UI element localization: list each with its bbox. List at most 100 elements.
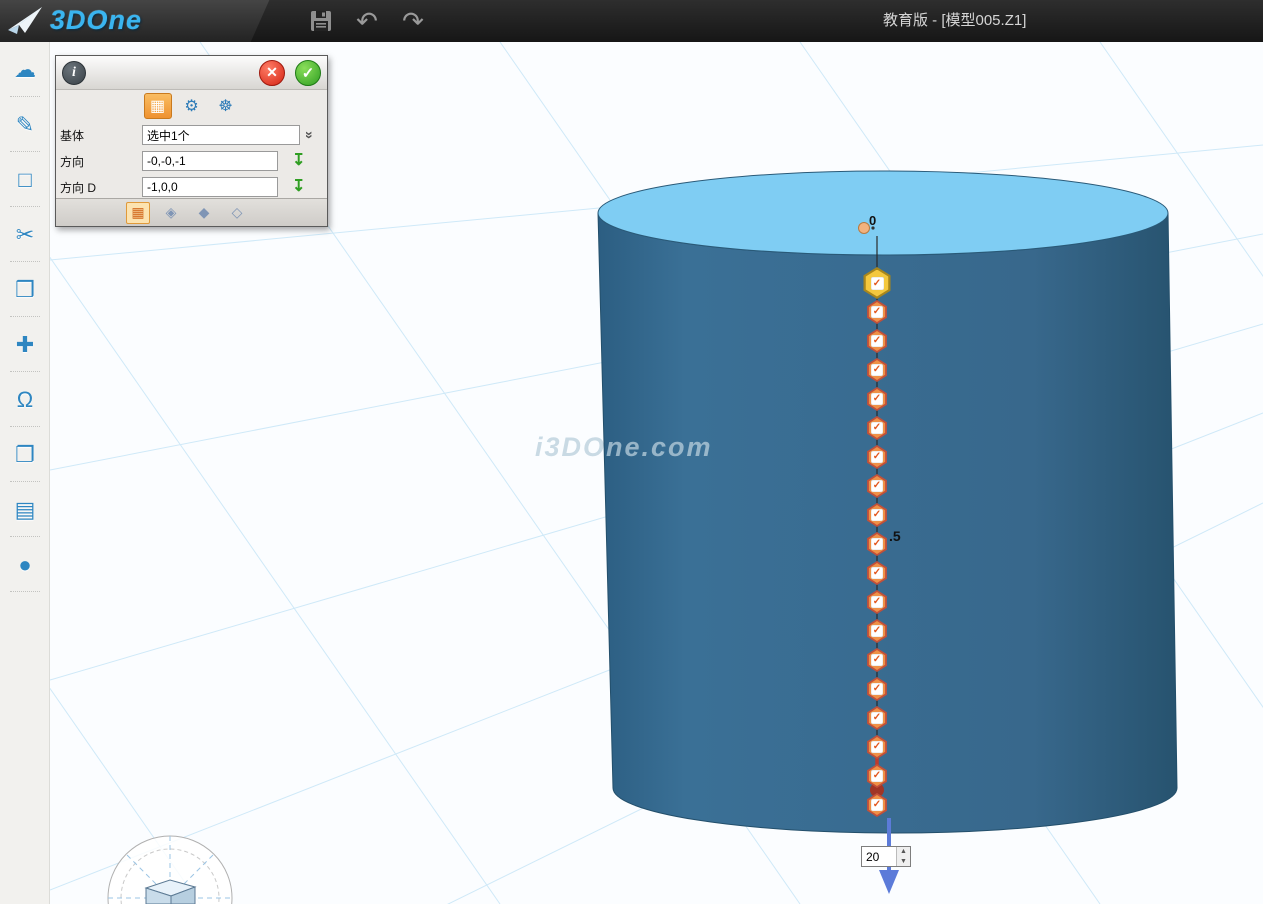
expand-chevron-icon[interactable]: »	[302, 131, 318, 139]
checkbox-check-icon: ✓	[871, 654, 883, 666]
trim-curve-tool[interactable]: ✂	[0, 207, 50, 262]
assembly-magnet-tool[interactable]: Ω	[0, 372, 50, 427]
spacing-input[interactable]	[862, 847, 896, 866]
hexagon-marker-icon: ✓	[868, 447, 886, 467]
linear-pattern-tab[interactable]: ▦	[144, 93, 172, 119]
trim-curve-tool-icon: ✂	[16, 222, 34, 248]
redo-icon: ↷	[402, 8, 424, 34]
sketch-plane-tool-icon: □	[18, 167, 31, 193]
checkbox-check-icon: ✓	[871, 451, 883, 463]
hexagon-marker-icon: ✓	[868, 331, 886, 351]
measure-tool[interactable]: ▤	[0, 482, 50, 537]
checkbox-check-icon: ✓	[871, 770, 883, 782]
app-logo: 3DOne	[6, 4, 142, 36]
pick-direction-icon[interactable]: ↧	[292, 153, 305, 169]
left-toolbar: ☁ ✎ □ ✂ ❒ ✚ Ω ❐ ▤ ●	[0, 42, 50, 904]
base-field-row: 基体 »	[56, 122, 327, 148]
checkbox-check-icon: ✓	[871, 741, 883, 753]
hexagon-marker-icon: ✓	[868, 592, 886, 612]
checkbox-check-icon: ✓	[871, 480, 883, 492]
hexagon-marker-icon: ✓	[868, 360, 886, 380]
checkbox-check-icon: ✓	[871, 799, 883, 811]
checkbox-check-icon: ✓	[871, 712, 883, 724]
pattern-type-tabs: ▦⚙☸	[56, 90, 327, 122]
titlebar-toolbar: ↶ ↷	[306, 0, 428, 42]
pattern-style-option-3[interactable]: ◆	[192, 202, 216, 224]
redo-button[interactable]: ↷	[398, 6, 428, 36]
hexagon-marker-icon: ✓	[868, 418, 886, 438]
pattern-style-option-1[interactable]: ▦	[126, 202, 150, 224]
hexagon-marker-icon: ✓	[868, 621, 886, 641]
hexagon-marker-icon: ✓	[868, 650, 886, 670]
point-pattern-tab[interactable]: ☸	[212, 93, 240, 119]
checkbox-check-icon: ✓	[871, 277, 884, 290]
checkbox-check-icon: ✓	[871, 393, 883, 405]
info-icon[interactable]: i	[62, 61, 86, 85]
pattern-dialog: i ✕ ✓ ▦⚙☸ 基体 » 方向 ↧ 方向 D ↧ ▦◈◆◇	[55, 55, 328, 227]
material-render-tool[interactable]: ●	[0, 537, 50, 592]
checkbox-check-icon: ✓	[871, 509, 883, 521]
cancel-button[interactable]: ✕	[259, 60, 285, 86]
direction-input[interactable]	[142, 151, 278, 171]
direction-d-field-row: 方向 D ↧	[56, 174, 327, 200]
circular-pattern-tab[interactable]: ⚙	[178, 93, 206, 119]
base-selection-input[interactable]	[142, 125, 300, 145]
move-transform-tool[interactable]: ✚	[0, 317, 50, 372]
spinner-down-icon[interactable]: ▼	[897, 857, 910, 867]
brush-edit-tool-icon: ✎	[16, 112, 34, 138]
check-icon: ✓	[302, 64, 315, 82]
direction-field-row: 方向 ↧	[56, 148, 327, 174]
undo-icon: ↶	[356, 8, 378, 34]
hexagon-marker-icon: ✓	[868, 563, 886, 583]
cylinder-solid[interactable]	[598, 171, 1177, 833]
hexagon-marker-icon: ✓	[868, 389, 886, 409]
pattern-style-toolbar: ▦ ◈ ◆ ◇	[56, 198, 327, 226]
assembly-magnet-tool-icon: Ω	[17, 387, 33, 413]
app-name: 3DOne	[50, 5, 142, 36]
base-field-label: 基体	[60, 127, 142, 144]
pattern-style-option-4[interactable]: ◇	[225, 202, 249, 224]
save-icon	[310, 10, 332, 32]
close-icon: ✕	[266, 64, 278, 81]
hexagon-marker-icon: ✓	[868, 737, 886, 757]
checkbox-check-icon: ✓	[871, 306, 883, 318]
hexagon-marker-icon: ✓	[865, 270, 890, 297]
save-button[interactable]	[306, 6, 336, 36]
hexagon-marker-icon: ✓	[868, 302, 886, 322]
undo-button[interactable]: ↶	[352, 6, 382, 36]
direction-d-input[interactable]	[142, 177, 278, 197]
spacing-spinner: ▲ ▼	[896, 847, 910, 866]
checkbox-check-icon: ✓	[871, 567, 883, 579]
checkbox-check-icon: ✓	[871, 364, 883, 376]
combine-solids-tool-icon: ❐	[15, 442, 35, 468]
checkbox-check-icon: ✓	[871, 625, 883, 637]
direction-field-label: 方向	[60, 153, 142, 170]
paper-plane-icon	[6, 4, 44, 36]
confirm-button[interactable]: ✓	[295, 60, 321, 86]
primitive-solid-tool-icon: ❒	[15, 277, 35, 303]
hexagon-marker-icon: ✓	[868, 766, 886, 786]
primitive-solid-tool[interactable]: ❒	[0, 262, 50, 317]
dialog-titlebar: i ✕ ✓	[56, 56, 327, 90]
cloud-library-tool-icon: ☁	[14, 57, 36, 83]
brush-edit-tool[interactable]: ✎	[0, 97, 50, 152]
pattern-style-option-2[interactable]: ◈	[159, 202, 183, 224]
application-window: 3DOne ↶ ↷ 教育版 - [模型005.Z1] ☁ ✎ □	[0, 0, 1263, 904]
checkbox-check-icon: ✓	[871, 422, 883, 434]
sketch-plane-tool[interactable]: □	[0, 152, 50, 207]
checkbox-check-icon: ✓	[871, 538, 883, 550]
hexagon-marker-icon: ✓	[868, 476, 886, 496]
hexagon-marker-icon: ✓	[868, 708, 886, 728]
document-title: 教育版 - [模型005.Z1]	[883, 0, 1026, 42]
combine-solids-tool[interactable]: ❐	[0, 427, 50, 482]
pick-direction-d-icon[interactable]: ↧	[292, 179, 305, 195]
move-transform-tool-icon: ✚	[16, 332, 34, 358]
cloud-library-tool[interactable]: ☁	[0, 42, 50, 97]
spinner-up-icon[interactable]: ▲	[897, 847, 910, 857]
view-compass[interactable]	[108, 836, 232, 904]
checkbox-check-icon: ✓	[871, 683, 883, 695]
measure-tool-icon: ▤	[15, 497, 36, 523]
titlebar: 3DOne ↶ ↷ 教育版 - [模型005.Z1]	[0, 0, 1263, 42]
hexagon-marker-icon: ✓	[868, 795, 886, 815]
hexagon-marker-icon: ✓	[868, 505, 886, 525]
